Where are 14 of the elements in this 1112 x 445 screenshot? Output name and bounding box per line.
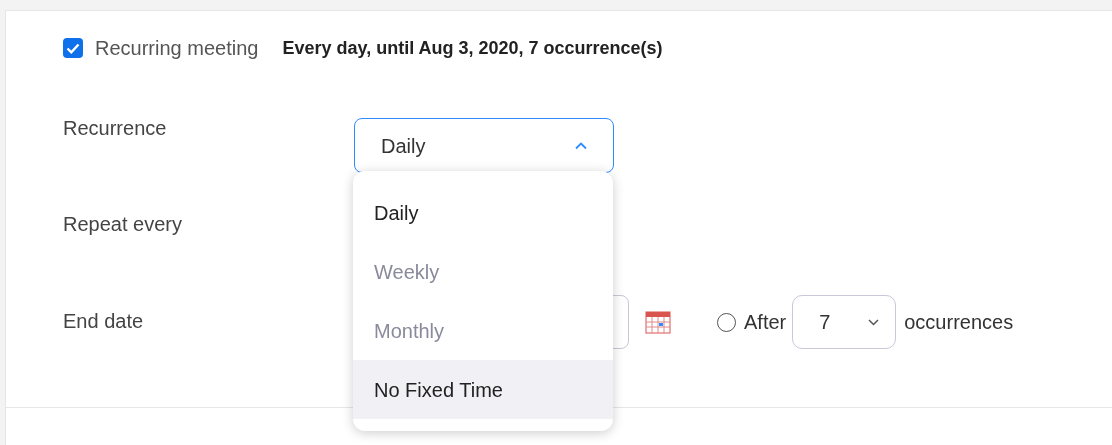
calendar-icon <box>645 310 671 334</box>
field-label: End date <box>63 309 145 334</box>
menu-item[interactable]: Daily <box>353 183 613 242</box>
caret-icon <box>575 141 587 150</box>
field-label: Repeat every <box>63 212 182 237</box>
occurrences-select[interactable]: 7 <box>792 295 897 349</box>
menu-item[interactable]: No Fixed Time <box>353 360 613 419</box>
checkbox[interactable] <box>63 38 83 58</box>
checkbox-label: Recurring meeting <box>95 36 259 61</box>
caret-icon <box>868 318 880 326</box>
field-label: Recurrence <box>63 116 168 141</box>
radio-label: After <box>744 310 787 335</box>
recurrence-summary: Every day, until Aug 3, 2020, 7 occurrence(s) <box>282 36 663 60</box>
occurrences-label: occurrences <box>904 310 1014 335</box>
